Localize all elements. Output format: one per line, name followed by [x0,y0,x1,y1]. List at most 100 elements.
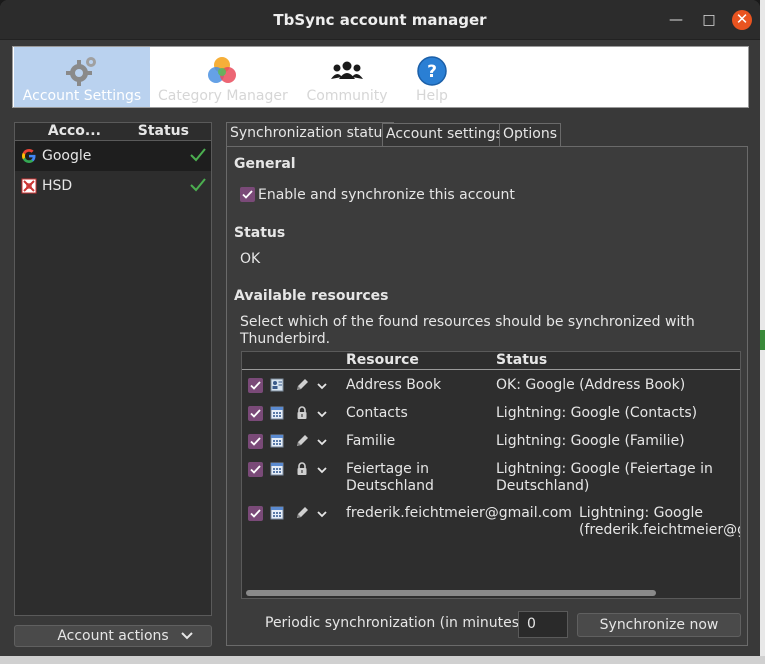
resource-checkbox[interactable] [248,434,263,449]
table-row[interactable]: frederik.feichtmeier@gmail.com Lightning… [242,504,740,544]
available-resources-heading: Available resources [234,288,389,304]
resource-column-header: Resource [346,352,419,368]
status-value: OK [240,251,261,267]
periodic-sync-input[interactable]: 0 [518,611,568,638]
svg-text:?: ? [427,62,437,82]
chevron-down-icon[interactable] [316,436,328,448]
question-icon: ? [417,56,447,86]
sync-status-panel: General Enable and synchronize this acco… [226,146,748,646]
resource-status: (frederik.feichtmeier@g [579,522,741,538]
category-label: Help [416,88,448,104]
address-book-icon [270,378,284,392]
tab-synchronization-status[interactable]: Synchronization status [226,122,394,146]
tab-account-settings[interactable]: Account settings [382,123,507,146]
chevron-down-icon[interactable] [316,464,328,476]
resource-name: Feiertage in [346,461,429,477]
enable-account-label[interactable]: Enable and synchronize this account [258,187,515,203]
account-actions-label: Account actions [57,628,169,644]
account-actions-button[interactable]: Account actions [14,625,212,647]
chevron-down-icon [181,632,193,640]
enable-account-checkbox[interactable] [240,187,255,202]
resource-name: Familie [346,433,396,449]
account-name: HSD [42,178,73,194]
resource-checkbox[interactable] [248,378,263,393]
title-bar: TbSync account manager — □ ✕ [0,0,760,40]
table-row[interactable]: Familie Lightning: Google (Familie) [242,432,740,458]
checkmark-icon [250,381,261,390]
check-icon [190,178,206,192]
checkmark-icon [242,190,253,199]
gear-icon [66,57,96,86]
status-column-header[interactable]: Status [134,123,211,140]
table-row[interactable]: Feiertage in Deutschland Lightning: Goog… [242,460,740,500]
maximize-button[interactable]: □ [699,10,719,30]
chevron-down-icon[interactable] [316,508,328,520]
periodic-sync-label: Periodic synchronization (in minutes) [265,615,525,631]
resource-name: Address Book [346,377,442,393]
status-heading: Status [234,225,286,241]
account-item-hsd[interactable]: HSD [15,171,211,201]
account-column-header[interactable]: Acco... [15,123,134,140]
category-community[interactable]: Community [303,47,391,107]
horizontal-scrollbar[interactable] [246,590,656,596]
resource-checkbox[interactable] [248,462,263,477]
tab-options[interactable]: Options [499,123,562,146]
window-title: TbSync account manager [273,11,487,29]
account-list[interactable]: Acco... Status Google HSD [14,122,212,616]
close-button[interactable]: ✕ [732,10,752,30]
resource-status: Lightning: Google (Familie) [496,433,685,449]
category-help[interactable]: ? Help [405,47,459,107]
resource-status: OK: Google (Address Book) [496,377,686,393]
checkmark-icon [250,409,261,418]
minimize-button[interactable]: — [666,10,686,30]
category-account-settings[interactable]: Account Settings [14,47,150,107]
category-label: Account Settings [22,88,142,104]
table-row[interactable]: Contacts Lightning: Google (Contacts) [242,404,740,430]
resource-name: Contacts [346,405,408,421]
hsd-icon [21,178,37,194]
category-label: Category Manager [158,88,288,104]
pencil-icon[interactable] [294,505,310,521]
tbsync-window: TbSync account manager — □ ✕ Account Set… [0,0,760,664]
general-heading: General [234,156,296,172]
resource-status: Lightning: Google (Contacts) [496,405,698,421]
chevron-down-icon[interactable] [316,380,328,392]
table-row[interactable]: Address Book OK: Google (Address Book) [242,376,740,402]
resource-checkbox[interactable] [248,506,263,521]
pencil-icon[interactable] [294,377,310,393]
resource-name: frederik.feichtmeier@gmail.com [346,505,572,521]
google-icon [22,149,36,163]
color-circles-icon [208,57,236,83]
calendar-icon [270,506,284,520]
resource-checkbox[interactable] [248,406,263,421]
people-icon [331,61,363,79]
category-bar: Account Settings Category Manager Commun… [12,46,749,108]
check-icon [190,148,206,162]
background-accent [760,330,765,350]
resources-table[interactable]: Resource Status Address Book OK: Google … [241,351,741,599]
lock-icon[interactable] [294,461,310,477]
calendar-icon [270,434,284,448]
resources-table-header: Resource Status [242,352,740,370]
category-category-manager[interactable]: Category Manager [158,47,288,107]
status-column-header: Status [496,352,548,368]
resource-status: Lightning: Google (Feiertage in [496,461,713,477]
category-label: Community [306,88,388,104]
pencil-icon[interactable] [294,433,310,449]
checkmark-icon [250,465,261,474]
resource-status: Lightning: Google [579,505,703,521]
calendar-icon [270,406,284,420]
checkmark-icon [250,437,261,446]
chevron-down-icon[interactable] [316,408,328,420]
account-item-google[interactable]: Google [15,141,211,171]
synchronize-now-button[interactable]: Synchronize now [577,613,741,637]
background-window-bottom [0,656,765,664]
resources-description-line1: Select which of the found resources shou… [240,314,695,330]
account-list-header: Acco... Status [15,123,211,141]
checkmark-icon [250,509,261,518]
lock-icon[interactable] [294,405,310,421]
resources-description-line2: Thunderbird. [240,331,331,347]
background-window-edge [760,0,765,664]
account-name: Google [42,148,92,164]
resource-name: Deutschland [346,478,434,494]
